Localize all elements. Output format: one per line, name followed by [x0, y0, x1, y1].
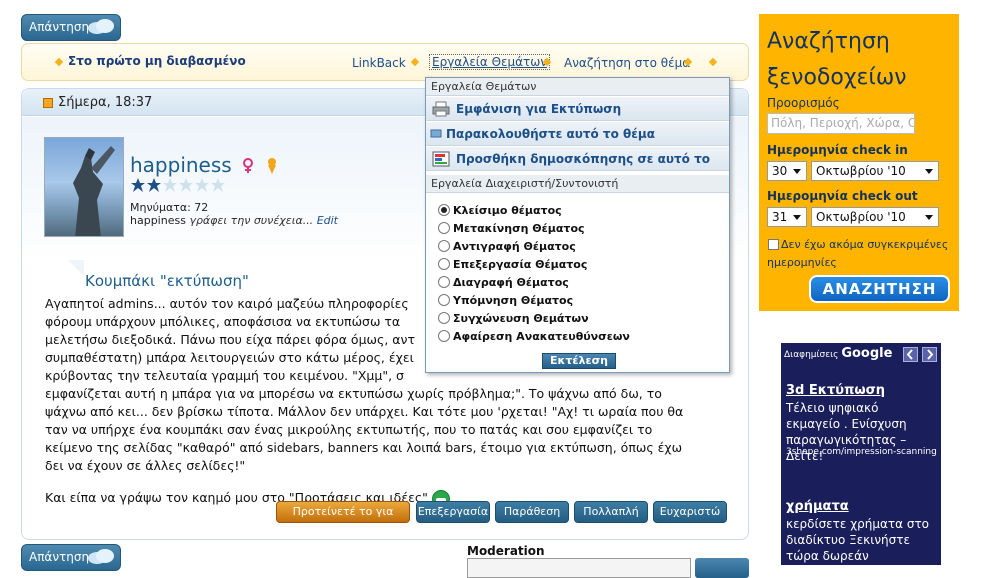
posts-count: Μηνύματα: 72 — [130, 201, 209, 214]
destination-input[interactable]: Πόλη, Περιοχή, Χώρα, Ο — [767, 113, 915, 134]
add-poll-item[interactable]: Προσθήκη δημοσκόπησης σε αυτό το θέμα — [426, 147, 729, 190]
separator-icon — [708, 57, 718, 67]
avatar[interactable] — [44, 137, 124, 237]
radio-label: Μετακίνηση Θέματος — [453, 222, 585, 235]
dropdown-section-tools: Εργαλεία Θεμάτων — [426, 78, 729, 96]
printer-icon — [432, 101, 450, 117]
linkback-link[interactable]: LinkBack — [352, 56, 406, 70]
checkin-month-select[interactable]: Οκτωβρίου '10 — [811, 161, 939, 181]
thread-tools-dropdown: Εργαλεία Θεμάτων Εμφάνιση για Εκτύπωση Π… — [425, 77, 730, 373]
separator-icon — [410, 57, 420, 67]
chevron-down-icon — [793, 169, 801, 174]
multiquote-button[interactable]: Πολλαπλή — [574, 501, 648, 523]
chevron-down-icon — [925, 169, 933, 174]
execute-button[interactable]: Εκτέλεση — [542, 353, 616, 369]
google-ads-panel: Διαφημίσεις Google 3d Εκτύπωση Τέλειο ψη… — [781, 343, 941, 565]
radio-label: Υπόμνηση Θέματος — [453, 294, 574, 307]
statue-image — [73, 146, 115, 236]
radio-label: Επεξεργασία Θέματος — [453, 258, 588, 271]
subscribe-label: Παρακολουθήστε αυτό το θέμα — [446, 127, 655, 141]
title-notch — [68, 260, 84, 276]
radio-copy-thread[interactable] — [438, 240, 450, 252]
checkout-month-select[interactable]: Οκτωβρίου '10 — [811, 207, 939, 227]
radio-move-thread[interactable] — [438, 222, 450, 234]
post-title: Κουμπάκι "εκτύπωση" — [85, 272, 249, 290]
thanks-button[interactable]: Ευχαριστώ — [653, 501, 727, 523]
chevron-left-icon — [906, 349, 913, 360]
checkin-label: Ημερομηνία check in — [767, 143, 908, 157]
checkin-day-select[interactable]: 30 — [767, 161, 807, 181]
reply-label: Απάντηση — [29, 550, 90, 564]
subscribe-item[interactable]: Παρακολουθήστε αυτό το θέμα — [426, 122, 729, 146]
print-view-item[interactable]: Εμφάνιση για Εκτύπωση — [426, 97, 729, 121]
radio-label: Διαγραφή Θέματος — [453, 276, 569, 289]
ad-url[interactable]: 3shape.com/impression-scanning — [786, 447, 937, 457]
thread-navbar: Στο πρώτο μη διαβασμένο LinkBack Εργαλεί… — [21, 43, 749, 81]
moderation-go-button[interactable] — [695, 558, 749, 578]
moderation-label: Moderation — [467, 544, 545, 558]
rating-stars-icon — [131, 178, 225, 192]
radio-label: Αφαίρεση Ανακατευθύνσεων — [453, 330, 630, 343]
user-status: happiness γράφει την συνέχεια... Edit — [130, 214, 338, 227]
radio-remind-thread[interactable] — [438, 294, 450, 306]
cloud-icon — [88, 19, 114, 34]
ads-prev-button[interactable] — [903, 347, 918, 362]
radio-edit-thread[interactable] — [438, 258, 450, 270]
radio-close-thread[interactable] — [438, 204, 450, 216]
checkout-day-select[interactable]: 31 — [767, 207, 807, 227]
calendar-icon — [43, 98, 53, 108]
quote-button[interactable]: Παράθεση — [495, 501, 569, 523]
print-view-label: Εμφάνιση για Εκτύπωση — [456, 102, 622, 116]
edit-button[interactable]: Επεξεργασία — [416, 501, 490, 523]
moderation-select[interactable] — [467, 558, 691, 578]
reply-label: Απάντηση — [29, 20, 90, 34]
hotel-search-title: Αναζήτηση ξενοδοχείων — [767, 29, 907, 90]
post-date: Σήμερα, 18:37 — [58, 95, 153, 110]
award-icon — [268, 158, 277, 174]
status-edit-link[interactable]: Edit — [317, 214, 338, 227]
username[interactable]: happiness — [130, 153, 232, 177]
chevron-right-icon — [927, 349, 934, 360]
ad-title-link[interactable]: χρήματα — [786, 499, 849, 514]
cloud-icon — [88, 549, 114, 564]
reply-button-top[interactable]: Απάντηση — [21, 14, 121, 41]
female-icon — [243, 158, 254, 173]
first-unread-link[interactable]: Στο πρώτο μη διαβασμένο — [68, 54, 246, 68]
google-logo: Google — [841, 346, 893, 361]
thread-tools-link[interactable]: Εργαλεία Θεμάτων — [429, 54, 551, 70]
radio-delete-thread[interactable] — [438, 276, 450, 288]
ad-text[interactable]: κερδίσετε χρήματα στο διαδίκτυο Ξεκινήστ… — [786, 516, 936, 564]
subscribe-icon — [430, 129, 442, 138]
radio-label: Κλείσιμο θέματος — [453, 204, 562, 217]
dropdown-section-moderator: Εργαλεία Διαχειριστή/Συντονιστή — [426, 175, 729, 193]
username-link[interactable]: happiness — [130, 153, 280, 177]
radio-label: Αντιγραφή Θέματος — [453, 240, 576, 253]
checkout-label: Ημερομηνία check out — [767, 189, 918, 203]
chevron-down-icon — [793, 215, 801, 220]
suggest-article-button[interactable]: Προτείνετέ το για άρθρο — [276, 501, 410, 538]
radio-label: Συγχώνευση Θεμάτων — [453, 312, 589, 325]
no-dates-label: Δεν έχω ακόμα συγκεκριμένες ημερομηνίες — [767, 238, 949, 269]
search-thread-link[interactable]: Αναζήτηση στο θέμα — [564, 56, 690, 70]
ad-title-link[interactable]: 3d Εκτύπωση — [786, 383, 885, 398]
reply-button-bottom[interactable]: Απάντηση — [21, 544, 121, 571]
chevron-down-icon — [925, 215, 933, 220]
status-user: happiness — [130, 214, 186, 227]
destination-label: Προορισμός — [767, 96, 840, 110]
ads-next-button[interactable] — [922, 347, 937, 362]
bullet-icon — [54, 57, 64, 67]
radio-merge-threads[interactable] — [438, 312, 450, 324]
radio-remove-redirects[interactable] — [438, 330, 450, 342]
poll-icon — [432, 151, 450, 167]
hotel-search-widget: Αναζήτηση ξενοδοχείων Προορισμός Πόλη, Π… — [759, 14, 959, 311]
hotel-search-button[interactable]: ΑΝΑΖΗΤΗΣΗ — [809, 275, 950, 303]
ads-header: Διαφημίσεις Google — [784, 346, 893, 361]
status-text: γράφει την συνέχεια... — [189, 214, 314, 227]
